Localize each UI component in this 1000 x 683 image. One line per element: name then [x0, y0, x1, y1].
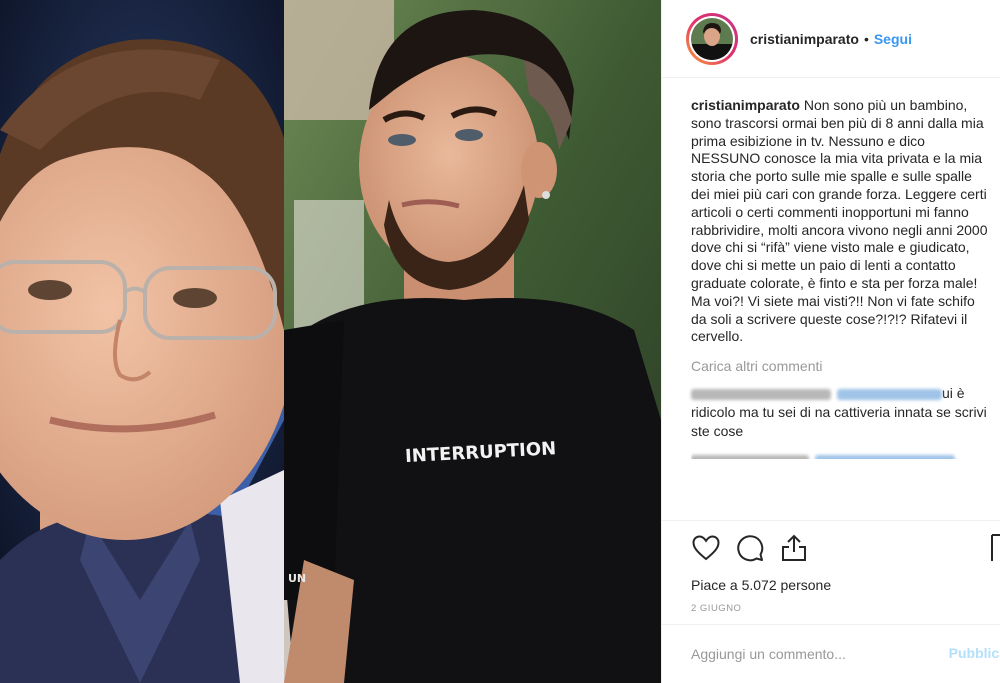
- caption: cristianimparato Non sono più un bambino…: [691, 97, 989, 346]
- comment-item-partial: [691, 451, 989, 460]
- heart-icon: [692, 535, 720, 561]
- comment-button[interactable]: [735, 533, 765, 563]
- post-image-left-child: [0, 0, 284, 683]
- caption-username[interactable]: cristianimparato: [691, 97, 800, 113]
- header-text: cristianimparato • Segui: [750, 31, 912, 47]
- sleeve-text: UN: [288, 572, 306, 585]
- comment-item: ui è ridicolo ma tu sei di na cattiveria…: [691, 384, 989, 441]
- blurred-mention: [815, 454, 955, 460]
- post-date: 2 GIUGNO: [691, 603, 742, 614]
- post-comment-button[interactable]: Pubblica: [949, 645, 1000, 661]
- comment-input[interactable]: [691, 646, 951, 662]
- blurred-username: [691, 454, 809, 460]
- post-side-panel: cristianimparato • Segui cristianimparat…: [661, 0, 1000, 683]
- follow-button[interactable]: Segui: [874, 31, 912, 47]
- bookmark-icon: [991, 534, 1000, 561]
- load-more-comments-button[interactable]: Carica altri commenti: [691, 358, 989, 374]
- avatar-image: [691, 17, 733, 60]
- blurred-mention: [837, 388, 942, 400]
- comments-section[interactable]: cristianimparato Non sono più un bambino…: [662, 78, 1000, 520]
- separator-dot: •: [863, 30, 869, 47]
- post-image[interactable]: INTERRUPTION UN: [0, 0, 661, 683]
- caption-text: Non sono più un bambino, sono trascorsi …: [691, 97, 992, 345]
- like-button[interactable]: [691, 533, 721, 563]
- share-button[interactable]: [779, 533, 809, 563]
- avatar[interactable]: [686, 12, 738, 65]
- share-upload-icon: [782, 534, 806, 561]
- post-image-right-adult: INTERRUPTION UN: [284, 0, 661, 683]
- blurred-username: [691, 388, 831, 400]
- likes-count[interactable]: Piace a 5.072 persone: [691, 577, 1000, 593]
- header-username[interactable]: cristianimparato: [750, 31, 859, 47]
- save-button[interactable]: [991, 534, 1000, 562]
- post-actions: Piace a 5.072 persone 2 GIUGNO: [662, 520, 1000, 640]
- post-header: cristianimparato • Segui: [662, 0, 1000, 78]
- add-comment-bar: Pubblica: [662, 624, 1000, 683]
- comment-bubble-icon: [737, 535, 764, 562]
- action-icons: [691, 533, 1000, 563]
